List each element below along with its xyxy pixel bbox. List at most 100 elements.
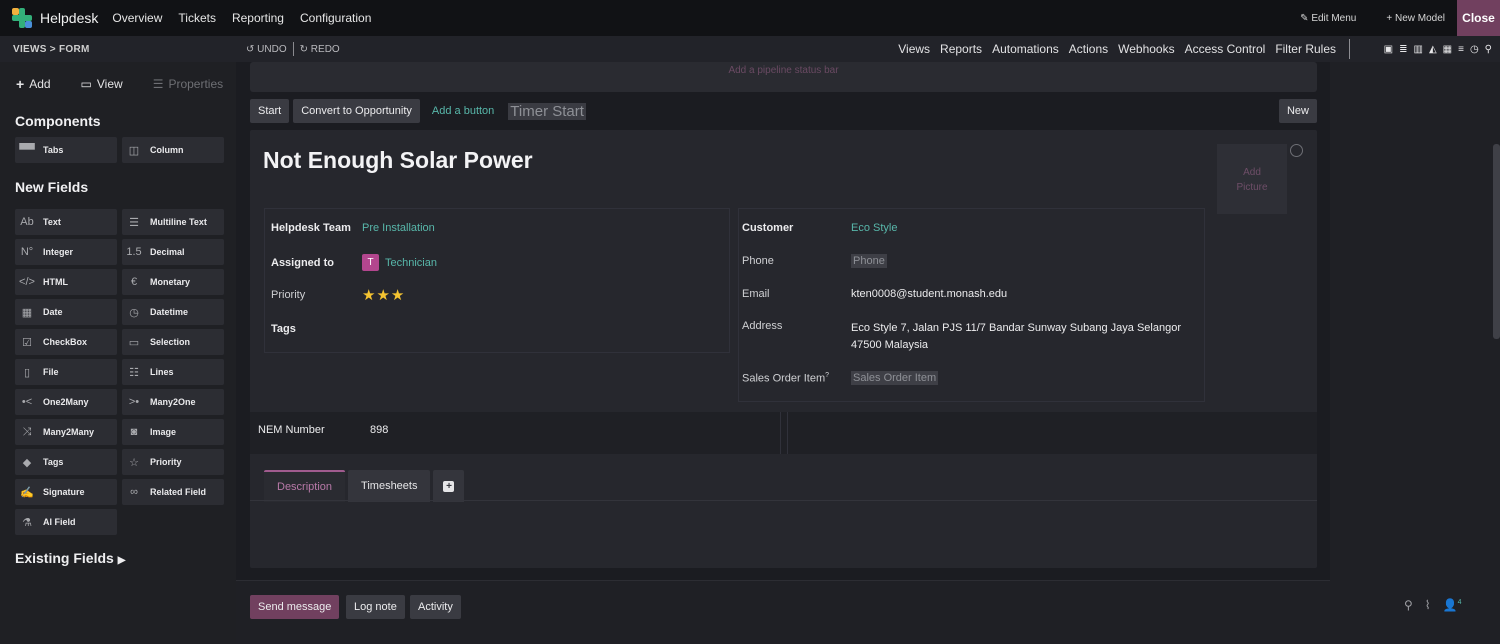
field-priority[interactable]: ☆ Priority <box>122 449 224 475</box>
tab-description[interactable]: Description <box>264 470 346 502</box>
sidebar-tab-add[interactable]: + Add <box>16 76 51 92</box>
paperclip-icon[interactable]: ⌇ <box>1425 598 1431 612</box>
link-access-control[interactable]: Access Control <box>1185 42 1266 56</box>
form-view-icon[interactable]: ▣ <box>1384 44 1393 55</box>
field-date[interactable]: ▦ Date <box>15 299 117 325</box>
new-model-button[interactable]: + New Model <box>1386 13 1445 24</box>
menu-tickets[interactable]: Tickets <box>178 11 216 25</box>
redo-button[interactable]: ↻ REDO <box>300 44 340 55</box>
field-multiline-text[interactable]: ☰ Multiline Text <box>122 209 224 235</box>
header-buttons: Start Convert to Opportunity Add a butto… <box>250 99 586 123</box>
field-related[interactable]: ∞ Related Field <box>122 479 224 505</box>
many2one-icon: >• <box>128 396 140 408</box>
kanban-view-icon[interactable]: ▥ <box>1413 44 1422 55</box>
component-tabs[interactable]: ▀▀ Tabs <box>15 137 117 163</box>
activity-button[interactable]: Activity <box>410 595 461 619</box>
email-value[interactable]: kten0008@student.monash.edu <box>851 288 1007 300</box>
link-actions[interactable]: Actions <box>1069 42 1108 56</box>
field-many2many[interactable]: ⤨ Many2Many <box>15 419 117 445</box>
field-file[interactable]: ▯ File <box>15 359 117 385</box>
breadcrumb[interactable]: VIEWS > FORM <box>13 44 90 55</box>
edit-menu-button[interactable]: ✎ Edit Menu <box>1300 13 1356 24</box>
add-tab-button[interactable]: + <box>433 470 465 502</box>
field-many2one[interactable]: >• Many2One <box>122 389 224 415</box>
tab-timesheets[interactable]: Timesheets <box>348 470 431 502</box>
field-tags[interactable]: ◆ Tags <box>15 449 117 475</box>
star-icon[interactable]: ★ <box>376 286 389 304</box>
link-automations[interactable]: Automations <box>992 42 1059 56</box>
customer-value[interactable]: Eco Style <box>851 222 897 234</box>
undo-button[interactable]: ↺ UNDO <box>246 44 287 55</box>
helpdesk-team-value[interactable]: Pre Installation <box>362 222 435 234</box>
avatar: T <box>362 254 379 271</box>
existing-fields-toggle[interactable]: Existing Fields ▶ <box>15 550 125 566</box>
ai-field-icon: ⚗ <box>22 516 32 529</box>
log-note-button[interactable]: Log note <box>346 595 405 619</box>
sidebar-tab-properties[interactable]: ☰ Properties <box>153 77 223 91</box>
address-value[interactable]: Eco Style 7, Jalan PJS 11/7 Bandar Sunwa… <box>851 320 1181 354</box>
pivot-view-icon[interactable]: ▦ <box>1443 44 1452 55</box>
field-checkbox[interactable]: ☑ CheckBox <box>15 329 117 355</box>
chatter-tools: ⚲ ⌇ 👤4 <box>1404 598 1462 612</box>
monitor-icon: ▭ <box>80 77 92 91</box>
field-monetary[interactable]: € Monetary <box>122 269 224 295</box>
nem-number-value[interactable]: 898 <box>370 424 388 436</box>
menu-overview[interactable]: Overview <box>112 11 162 25</box>
search-view-icon[interactable]: ⚲ <box>1485 44 1492 55</box>
timer-start-button[interactable]: Timer Start <box>508 102 586 120</box>
field-integer[interactable]: N° Integer <box>15 239 117 265</box>
components-grid: ▀▀ Tabs ◫ Column <box>15 137 224 163</box>
link-filter-rules[interactable]: Filter Rules <box>1275 42 1336 56</box>
graph-view-icon[interactable]: ◭ <box>1429 44 1437 55</box>
link-webhooks[interactable]: Webhooks <box>1118 42 1174 56</box>
field-image[interactable]: ◙ Image <box>122 419 224 445</box>
field-assigned-to: Assigned to T Technician <box>271 254 437 271</box>
right-panel <box>1330 62 1500 644</box>
signature-icon: ✍ <box>20 486 34 499</box>
link-views[interactable]: Views <box>898 42 930 56</box>
activity-view-icon[interactable]: ◷ <box>1470 44 1479 55</box>
sliders-icon: ☰ <box>152 77 164 91</box>
plus-square-icon: + <box>443 480 455 492</box>
scrollbar[interactable] <box>1493 144 1500 339</box>
assigned-to-value[interactable]: Technician <box>385 257 437 269</box>
sidebar-tab-view[interactable]: ▭ View <box>81 77 123 91</box>
field-datetime[interactable]: ◷ Datetime <box>122 299 224 325</box>
ticket-title[interactable]: Not Enough Solar Power <box>263 147 533 174</box>
gantt-view-icon[interactable]: ≡ <box>1458 44 1464 55</box>
field-html[interactable]: </> HTML <box>15 269 117 295</box>
menu-configuration[interactable]: Configuration <box>300 11 371 25</box>
link-reports[interactable]: Reports <box>940 42 982 56</box>
convert-button[interactable]: Convert to Opportunity <box>293 99 420 123</box>
list-view-icon[interactable]: ≣ <box>1399 44 1407 55</box>
add-picture[interactable]: Add Picture <box>1217 144 1287 214</box>
close-button[interactable]: Close <box>1457 0 1500 36</box>
radio-icon[interactable] <box>1290 144 1303 157</box>
helpdesk-logo-icon[interactable] <box>12 8 32 28</box>
new-button[interactable]: New <box>1278 99 1317 123</box>
field-ai[interactable]: ⚗ AI Field <box>15 509 117 535</box>
field-text[interactable]: Ab Text <box>15 209 117 235</box>
add-button-link[interactable]: Add a button <box>432 105 494 117</box>
sales-order-item-input[interactable]: Sales Order Item <box>851 371 939 385</box>
start-button[interactable]: Start <box>250 99 290 123</box>
notebook-tabs: Description Timesheets + <box>264 470 465 502</box>
star-icon[interactable]: ★ <box>362 286 375 304</box>
menu-reporting[interactable]: Reporting <box>232 11 284 25</box>
field-one2many[interactable]: •< One2Many <box>15 389 117 415</box>
field-lines[interactable]: ☷ Lines <box>122 359 224 385</box>
field-phone: Phone Phone <box>742 254 887 268</box>
many2many-icon: ⤨ <box>22 425 32 438</box>
search-icon[interactable]: ⚲ <box>1404 598 1413 612</box>
field-signature[interactable]: ✍ Signature <box>15 479 117 505</box>
send-message-button[interactable]: Send message <box>250 595 340 619</box>
component-column[interactable]: ◫ Column <box>122 137 224 163</box>
field-decimal[interactable]: 1.5 Decimal <box>122 239 224 265</box>
field-selection[interactable]: ▭ Selection <box>122 329 224 355</box>
followers-button[interactable]: 👤4 <box>1443 598 1462 612</box>
plus-icon: + <box>16 76 25 92</box>
pipeline-status-bar[interactable]: Add a pipeline status bar <box>250 62 1317 92</box>
star-icon[interactable]: ★ <box>391 286 404 304</box>
app-title[interactable]: Helpdesk <box>40 10 98 26</box>
phone-input[interactable]: Phone <box>851 254 887 268</box>
